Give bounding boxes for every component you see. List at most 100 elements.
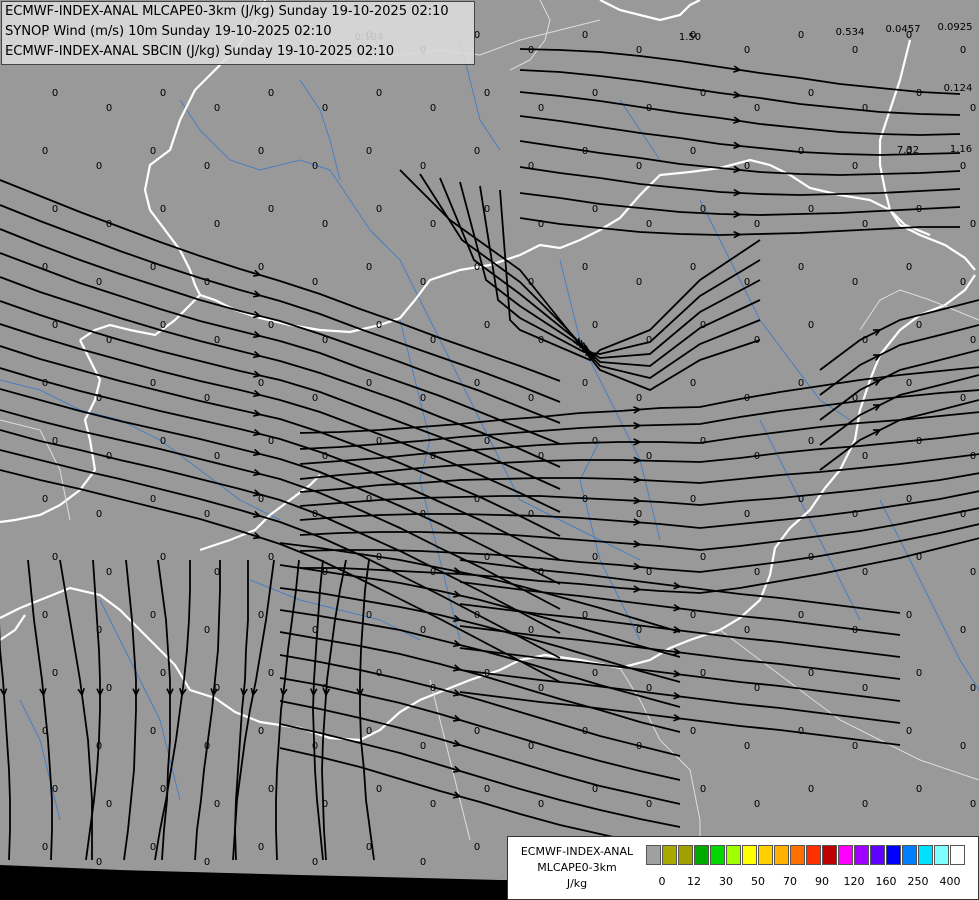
value-label: 0 — [322, 451, 328, 462]
value-label: 0 — [538, 683, 544, 694]
value-label: 0 — [160, 88, 166, 99]
value-label: 0 — [528, 741, 534, 752]
value-label: 0 — [160, 552, 166, 563]
value-label: 0 — [258, 494, 264, 505]
legend-tick-label: 90 — [815, 875, 829, 888]
legend-swatch — [662, 845, 677, 865]
value-label: 0 — [52, 88, 58, 99]
value-label: 0 — [150, 378, 156, 389]
value-label: 0 — [960, 45, 966, 56]
value-label: 0 — [916, 784, 922, 795]
value-label: 0 — [970, 335, 976, 346]
value-label: 0 — [322, 683, 328, 694]
value-label: 0 — [798, 610, 804, 621]
value-label: 0 — [754, 799, 760, 810]
legend: ECMWF-INDEX-ANAL MLCAPE0-3km J/kg 0 12 30 5… — [507, 836, 979, 900]
value-label: 0 — [754, 335, 760, 346]
value-label: 0 — [214, 103, 220, 114]
legend-tick-label: 120 — [843, 875, 865, 888]
value-label: 0 — [420, 393, 426, 404]
legend-swatch — [838, 845, 853, 865]
value-label: 0 — [204, 161, 210, 172]
value-label: 0 — [160, 668, 166, 679]
value-label: 0 — [420, 161, 426, 172]
value-label: 0 — [970, 219, 976, 230]
value-label: 0 — [204, 393, 210, 404]
value-label: 0 — [420, 625, 426, 636]
value-label: 0 — [646, 567, 652, 578]
legend-tick-label: 30 — [719, 875, 733, 888]
value-label: 0 — [754, 451, 760, 462]
value-label: 0 — [150, 262, 156, 273]
value-label: 0 — [744, 161, 750, 172]
value-label: 0 — [528, 45, 534, 56]
value-label: 0 — [474, 494, 480, 505]
value-label: 0 — [214, 335, 220, 346]
value-label: 0 — [160, 436, 166, 447]
value-label: 0 — [376, 88, 382, 99]
value-label: 0 — [744, 741, 750, 752]
value-label: 0 — [744, 45, 750, 56]
value-label: 0 — [204, 741, 210, 752]
title-sbcin: ECMWF-INDEX-ANAL SBCIN (J/kg) Sunday 19-… — [5, 44, 395, 59]
value-label: 0 — [862, 683, 868, 694]
value-label: 0 — [700, 552, 706, 563]
value-label: 0 — [430, 219, 436, 230]
value-label: 0 — [906, 726, 912, 737]
value-label: 0 — [862, 567, 868, 578]
value-label: 0 — [312, 277, 318, 288]
value-label: 0 — [106, 683, 112, 694]
value-label: 0 — [538, 567, 544, 578]
value-label: 0 — [258, 610, 264, 621]
value-label: 0 — [744, 277, 750, 288]
value-label: 0 — [484, 668, 490, 679]
legend-title-line1: ECMWF-INDEX-ANAL — [520, 845, 634, 858]
value-label: 0 — [852, 45, 858, 56]
value-label: 0 — [96, 741, 102, 752]
value-label: 0 — [376, 784, 382, 795]
legend-swatch — [790, 845, 805, 865]
value-label: 0 — [970, 451, 976, 462]
value-label: 0 — [862, 451, 868, 462]
value-label: 0 — [906, 378, 912, 389]
value-label: 0 — [204, 857, 210, 868]
special-value-label: 1.50 — [679, 32, 701, 43]
value-label: 0 — [268, 320, 274, 331]
value-label: 0 — [636, 393, 642, 404]
value-label: 0 — [204, 625, 210, 636]
value-label: 0 — [106, 451, 112, 462]
value-label: 0 — [214, 683, 220, 694]
value-label: 0 — [376, 552, 382, 563]
value-label: 0 — [538, 799, 544, 810]
value-label: 0 — [52, 668, 58, 679]
value-label: 0 — [312, 625, 318, 636]
value-label: 0 — [960, 393, 966, 404]
value-label: 0 — [808, 88, 814, 99]
value-label: 0 — [538, 219, 544, 230]
value-label: 0 — [852, 277, 858, 288]
streamline-map: 0 0 0 0 0 0 0 0 0 0 0 0 0 0 0 0 0 0 0 0 0 0 0 0 0 0 0 0 0 0 0 0 0 0 0 0 0 0 0 0… — [0, 0, 979, 900]
value-label: 0 — [916, 668, 922, 679]
value-label: 0 — [430, 683, 436, 694]
value-label: 0 — [538, 335, 544, 346]
value-label: 0 — [42, 610, 48, 621]
value-label: 0 — [592, 436, 598, 447]
value-label: 0 — [916, 320, 922, 331]
value-label: 0 — [862, 799, 868, 810]
value-label: 0 — [528, 393, 534, 404]
value-label: 0 — [268, 88, 274, 99]
legend-tick-label: 70 — [783, 875, 797, 888]
value-label: 0 — [312, 393, 318, 404]
legend-swatch — [758, 845, 773, 865]
value-label: 0 — [150, 146, 156, 157]
value-label: 0 — [258, 146, 264, 157]
value-label: 0 — [42, 262, 48, 273]
value-label: 0 — [312, 741, 318, 752]
value-label: 0 — [852, 625, 858, 636]
legend-swatch — [902, 845, 917, 865]
value-label: 0 — [484, 784, 490, 795]
value-label: 0 — [106, 103, 112, 114]
value-label: 0 — [376, 204, 382, 215]
value-label: 0 — [798, 262, 804, 273]
value-label: 0 — [52, 784, 58, 795]
